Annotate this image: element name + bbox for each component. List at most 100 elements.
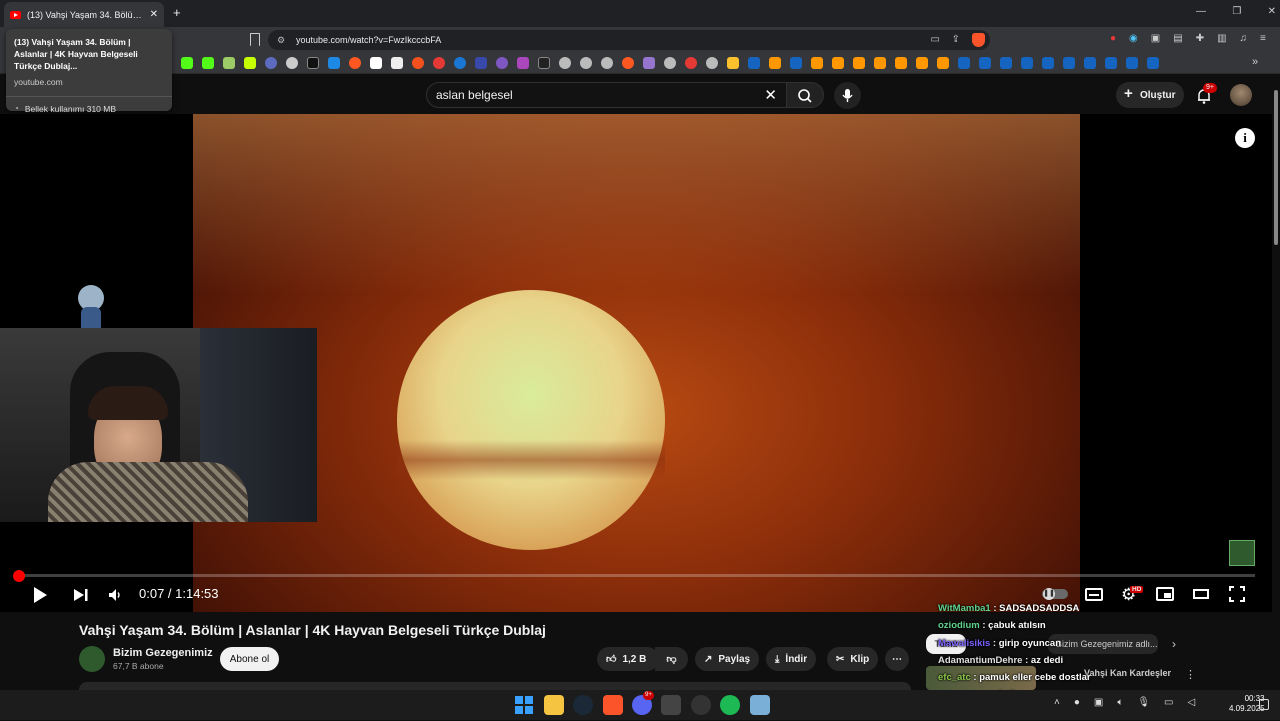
bookmark-icon[interactable] [979,57,991,69]
sidebar-icon[interactable]: ▥ [1217,33,1226,47]
fullscreen-button[interactable] [1229,586,1245,602]
like-button[interactable]: 👍︎ 1,2 B [597,647,659,671]
bookmark-icon[interactable] [265,57,277,69]
bookmark-icon[interactable] [1105,57,1117,69]
notification-center-icon[interactable] [1259,699,1269,710]
brave-shield-icon[interactable] [972,33,985,47]
share-icon[interactable]: ⇪ [952,34,960,45]
brave-icon[interactable] [603,695,623,715]
share-button[interactable]: ↗ Paylaş [695,647,760,671]
bookmark-icon[interactable] [874,57,886,69]
bookmark-icon[interactable] [664,57,676,69]
info-icon[interactable]: i [1235,128,1255,148]
miniplayer-button[interactable] [1156,587,1174,601]
bookmark-icon[interactable] [622,57,634,69]
close-tab-icon[interactable]: ✕ [150,9,158,20]
bookmark-icon[interactable] [916,57,928,69]
browser-tab[interactable]: (13) Vahşi Yaşam 34. Bölüm | Asl... ✕ [4,2,164,27]
subscribe-button[interactable]: Abone ol [220,647,279,671]
microphone-tray-icon[interactable]: 🎙︎ [1137,697,1150,708]
bookmark-icon[interactable] [1042,57,1054,69]
avatar[interactable] [1230,84,1252,106]
app-icon[interactable] [750,695,770,715]
bookmark-icon[interactable] [958,57,970,69]
bookmark-icon[interactable] [244,57,256,69]
close-window-icon[interactable]: ✕ [1268,6,1276,17]
bookmark-icon[interactable] [1000,57,1012,69]
bookmark-icon[interactable] [1147,57,1159,69]
network-icon[interactable]: ▭ [1164,697,1173,708]
folder-icon[interactable] [727,57,739,69]
bookmark-icon[interactable] [853,57,865,69]
autoplay-toggle[interactable]: ❚❚ [1042,588,1068,600]
bookmark-star-icon[interactable] [250,33,260,46]
clip-button[interactable]: ✂ Klip [827,647,879,671]
recommendation-menu-icon[interactable]: ⋮ [1185,668,1196,681]
more-bookmarks-icon[interactable]: » [1252,56,1258,68]
bookmark-icon[interactable] [538,57,550,69]
bookmark-icon[interactable] [1084,57,1096,69]
create-button[interactable]: + Oluştur [1116,82,1184,108]
bookmark-icon[interactable] [790,57,802,69]
extension-icon[interactable]: ▣ [1151,33,1160,47]
bookmark-icon[interactable] [1021,57,1033,69]
bookmark-icon[interactable] [349,57,361,69]
bookmark-icon[interactable] [601,57,613,69]
channel-avatar[interactable] [79,646,105,672]
bookmark-icon[interactable] [1063,57,1075,69]
address-bar[interactable]: ⚙ youtube.com/watch?v=FwzIkcccbFA ▭ ⇪ [268,30,990,50]
bookmark-icon[interactable] [706,57,718,69]
tray-app-icon[interactable]: ● [1074,697,1080,708]
download-button[interactable]: ⤓ İndir [766,647,817,671]
bookmark-icon[interactable] [454,57,466,69]
bookmark-icon[interactable] [937,57,949,69]
bookmark-icon[interactable] [580,57,592,69]
bookmark-icon[interactable] [496,57,508,69]
bookmark-icon[interactable] [412,57,424,69]
clear-search-icon[interactable]: ✕ [764,86,777,104]
search-input[interactable]: aslan belgesel ✕ [426,82,787,108]
bookmark-icon[interactable] [391,57,403,69]
bookmark-icon[interactable] [223,57,235,69]
bookmark-icon[interactable] [181,57,193,69]
bookmark-icon[interactable] [328,57,340,69]
chevron-right-icon[interactable]: › [1172,637,1176,651]
volume-tray-icon[interactable]: ◁ [1188,697,1196,708]
channel-watermark[interactable] [1229,540,1255,566]
extension-icon[interactable]: ▤ [1173,33,1182,47]
speaker-icon[interactable]: 🔈︎ [1117,697,1123,708]
bookmark-icon[interactable] [307,57,319,69]
more-actions-button[interactable]: ⋯ [885,647,909,671]
tray-app-icon[interactable]: ▣ [1094,697,1103,708]
bookmark-icon[interactable] [748,57,760,69]
bookmark-icon[interactable] [1126,57,1138,69]
bookmark-icon[interactable] [286,57,298,69]
dislike-button[interactable]: 👎︎ [655,647,688,671]
bookmark-icon[interactable] [832,57,844,69]
play-button[interactable] [32,586,48,604]
cast-icon[interactable]: ▭ [931,34,940,45]
app-icon[interactable] [661,695,681,715]
file-explorer-icon[interactable] [544,695,564,715]
new-tab-button[interactable]: + [173,5,181,20]
bookmark-icon[interactable] [433,57,445,69]
extension-icon[interactable]: ◉ [1129,33,1138,47]
extension-icon[interactable]: ● [1110,33,1116,47]
steam-icon[interactable] [573,695,593,715]
progress-scrubber[interactable] [13,570,25,582]
bookmark-icon[interactable] [475,57,487,69]
spotify-icon[interactable] [720,695,740,715]
scrollbar-thumb[interactable] [1274,90,1278,245]
menu-icon[interactable]: ≡ [1260,33,1266,47]
search-button[interactable] [786,82,824,108]
description-box[interactable] [79,682,911,690]
bookmark-icon[interactable] [685,57,697,69]
next-button[interactable] [73,588,89,602]
minimize-icon[interactable]: — [1196,6,1206,17]
bookmark-icon[interactable] [517,57,529,69]
bookmark-icon[interactable] [811,57,823,69]
app-icon[interactable] [691,695,711,715]
channel-name[interactable]: Bizim Gezegenimiz [113,647,213,659]
theater-button[interactable] [1193,589,1209,599]
bookmark-icon[interactable] [895,57,907,69]
